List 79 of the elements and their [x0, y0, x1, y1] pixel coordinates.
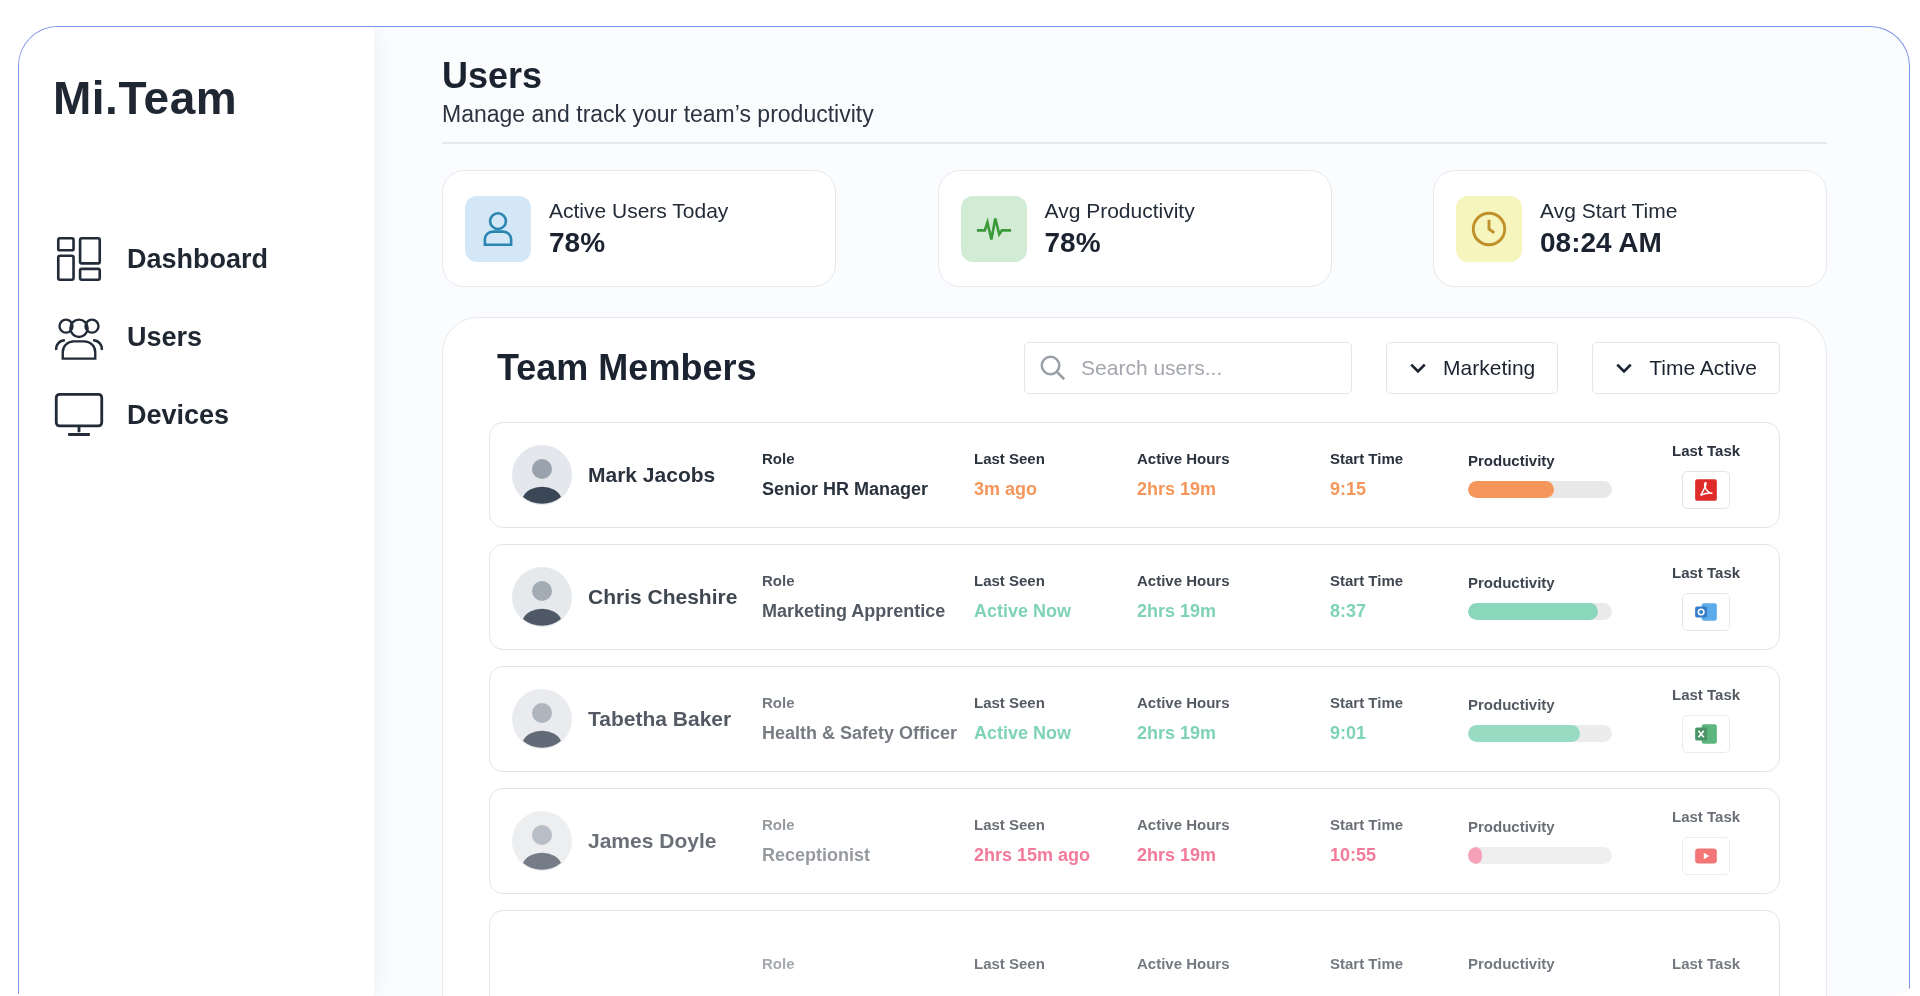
last-seen-text: 2hrs 15m ago — [974, 845, 1092, 866]
user-name: Tabetha Baker — [588, 707, 732, 731]
monitor-icon — [53, 391, 105, 439]
column-label: Last Task — [1672, 563, 1741, 581]
active-hours-text: 2hrs 19m — [1137, 479, 1218, 500]
role-text: Health & Safety Officer — [762, 723, 959, 744]
avatar-icon — [512, 689, 572, 749]
column-label: Start Time — [1330, 694, 1405, 711]
stat-value: 08:24 AM — [1540, 226, 1663, 259]
caret-icon — [1615, 362, 1634, 374]
column-label: Active Hours — [1137, 694, 1231, 711]
user-name: Chris Cheshire — [588, 585, 738, 609]
start-time-text: 9:15 — [1330, 479, 1368, 500]
column-label: Last Seen — [974, 572, 1046, 589]
column-label: Productivity — [1468, 696, 1556, 713]
column-label: Active Hours — [1137, 572, 1231, 589]
column-label: Role — [762, 450, 796, 467]
column-label: Start Time — [1330, 954, 1405, 972]
search-field[interactable]: Search users... — [1024, 342, 1353, 394]
column-label: Last Seen — [974, 816, 1046, 833]
page-title: Users — [442, 55, 544, 97]
pdf-icon — [1693, 476, 1720, 503]
column-label: Productivity — [1468, 818, 1556, 835]
user-row[interactable]: Mark Jacobs Role Senior HR Manager Last Seen 3m ago Active Hours 2hrs 19m Start Time 9:15 Productivity Last Task — [489, 422, 1780, 528]
user-row[interactable]: Tabetha Baker Role Health & Safety Officer Last Seen Active Now Active Hours 2hrs 19m Start Time 9:01 Productivity Last Task — [489, 666, 1780, 772]
sidebar-item[interactable]: Users — [53, 313, 203, 361]
column-label: Last Seen — [974, 954, 1046, 972]
avatar-icon — [512, 567, 572, 627]
stat-value: 78% — [549, 226, 607, 259]
user-name: James Doyle — [588, 829, 717, 853]
column-label: Last Task — [1672, 954, 1741, 972]
column-label: Role — [762, 572, 796, 589]
column-label: Last Task — [1672, 807, 1741, 825]
start-time-text: 10:55 — [1330, 845, 1378, 866]
user-row[interactable]: Chris Cheshire Role Marketing Apprentice Last Seen Active Now Active Hours 2hrs 19m Start Time 8:37 Productivity Last Task — [489, 544, 1780, 650]
role-text: Senior HR Manager — [762, 479, 930, 500]
column-label: Last Seen — [974, 450, 1046, 467]
active-hours-text: 2hrs 19m — [1137, 845, 1218, 866]
active-hours-text: 2hrs 19m — [1137, 723, 1218, 744]
column-label: Role — [762, 954, 796, 972]
stat-label: Avg Productivity — [1044, 198, 1195, 223]
user-row[interactable]: Role Last Seen Active Hours Start Time Productivity Last Task — [489, 910, 1780, 996]
column-label: Last Task — [1672, 685, 1741, 703]
column-label: Last Task — [1672, 441, 1741, 459]
start-time-text: 9:01 — [1330, 723, 1368, 744]
column-label: Productivity — [1468, 452, 1556, 469]
column-label: Last Seen — [974, 694, 1046, 711]
stat-label: Avg Start Time — [1540, 198, 1678, 223]
user-name: Mark Jacobs — [588, 463, 716, 487]
stat-label: Active Users Today — [549, 198, 729, 223]
stat-value: 78% — [1044, 226, 1102, 259]
column-label: Role — [762, 816, 796, 833]
column-label: Productivity — [1468, 574, 1556, 591]
sidebar-item[interactable]: Dashboard — [53, 235, 269, 283]
active-hours-text: 2hrs 19m — [1137, 601, 1218, 622]
role-text: Marketing Apprentice — [762, 601, 947, 622]
column-label: Start Time — [1330, 816, 1405, 833]
last-seen-text: 3m ago — [974, 479, 1039, 500]
column-label: Active Hours — [1137, 954, 1231, 972]
filter-dropdown[interactable]: Time Active — [1592, 342, 1780, 394]
start-time-text: 8:37 — [1330, 601, 1368, 622]
avatar-icon — [512, 811, 572, 871]
last-seen-text: Active Now — [974, 601, 1073, 622]
column-label: Productivity — [1468, 954, 1556, 972]
filter-dropdown[interactable]: Marketing — [1386, 342, 1559, 394]
column-label: Start Time — [1330, 572, 1405, 589]
logo: Mi.Team — [53, 71, 239, 125]
panel-title: Team Members — [497, 347, 758, 389]
last-seen-text: Active Now — [974, 723, 1073, 744]
sidebar-item[interactable]: Devices — [53, 391, 230, 439]
column-label: Start Time — [1330, 450, 1405, 467]
user-row[interactable]: James Doyle Role Receptionist Last Seen 2hrs 15m ago Active Hours 2hrs 19m Start Time 10:55 Productivity Last Task — [489, 788, 1780, 894]
avatar-icon — [512, 445, 572, 505]
column-label: Role — [762, 694, 796, 711]
column-label: Active Hours — [1137, 816, 1231, 833]
caret-icon — [1409, 362, 1428, 374]
page-subtitle: Manage and track your team’s productivity — [442, 101, 875, 128]
column-label: Active Hours — [1137, 450, 1231, 467]
role-text: Receptionist — [762, 845, 872, 866]
